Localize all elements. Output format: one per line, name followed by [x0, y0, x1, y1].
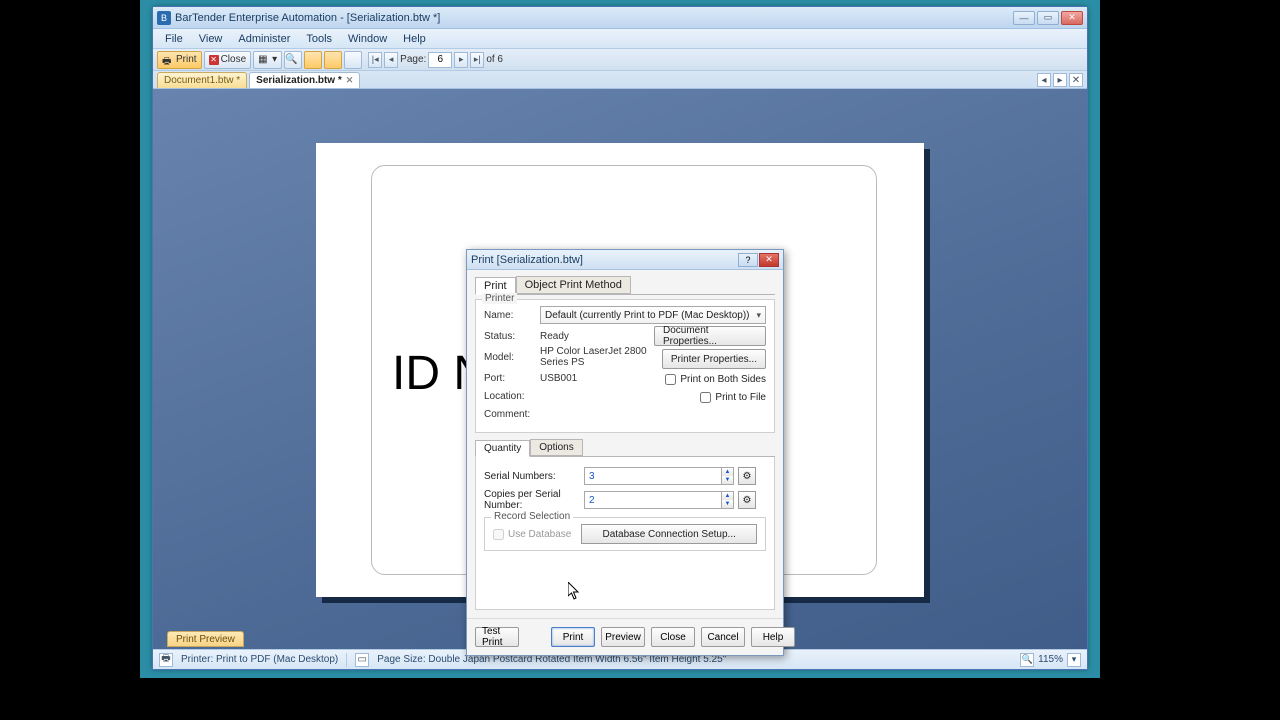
print-button[interactable]: Print [551, 627, 595, 647]
doctab-serialization[interactable]: Serialization.btw *✕ [249, 72, 360, 88]
dialog-titlebar: Print [Serialization.btw] ? ✕ [467, 250, 783, 270]
toolbar-item2-button[interactable] [324, 51, 342, 69]
status-printer: Printer: Print to PDF (Mac Desktop) [181, 654, 338, 665]
app-window: B BarTender Enterprise Automation - [Ser… [152, 6, 1088, 670]
record-selection-group: Record Selection Use Database Database C… [484, 517, 766, 551]
grid-icon: ▦ [258, 54, 270, 66]
use-database-checkbox[interactable]: Use Database [493, 529, 571, 540]
minimize-button[interactable]: — [1013, 11, 1035, 25]
copies-label: Copies per Serial Number: [484, 489, 584, 511]
document-properties-button[interactable]: Document Properties... [654, 326, 766, 346]
help-button[interactable]: Help [751, 627, 795, 647]
preview-button[interactable]: Preview [601, 627, 645, 647]
print-dialog: Print [Serialization.btw] ? ✕ Print Obje… [466, 249, 784, 656]
menubar: File View Administer Tools Window Help [153, 29, 1087, 49]
printer-legend: Printer [482, 293, 517, 304]
printer-name-select[interactable]: Default (currently Print to PDF (Mac Des… [540, 306, 766, 324]
tab-close-icon[interactable]: ✕ [346, 75, 354, 86]
print-preview-tab[interactable]: Print Preview [167, 631, 244, 647]
spin-up-icon[interactable]: ▲ [721, 468, 733, 476]
page-input[interactable] [428, 52, 452, 68]
toolbar-print-button[interactable]: 🖶Print [157, 51, 202, 69]
maximize-button[interactable]: ▭ [1037, 11, 1059, 25]
tab-options[interactable]: Options [530, 439, 582, 456]
menu-administer[interactable]: Administer [230, 31, 298, 47]
zoom-value: 115% [1038, 654, 1063, 665]
printer-icon: 🖶 [162, 54, 174, 66]
location-label: Location: [484, 391, 540, 402]
spin-up-icon[interactable]: ▲ [721, 492, 733, 500]
spin-down-icon[interactable]: ▼ [721, 476, 733, 484]
window-close-button[interactable]: ✕ [1061, 11, 1083, 25]
tab-quantity[interactable]: Quantity [475, 440, 530, 457]
tab-close-all[interactable]: ✕ [1069, 73, 1083, 87]
menu-tools[interactable]: Tools [298, 31, 340, 47]
zoom-icon[interactable]: 🔍 [1020, 653, 1034, 667]
print-to-file-checkbox[interactable]: Print to File [700, 392, 766, 403]
app-icon: B [157, 11, 171, 25]
printer-status-icon: 🖶 [159, 653, 173, 667]
serial-numbers-input[interactable]: 3▲▼ [584, 467, 734, 485]
port-value: USB001 [540, 373, 654, 384]
quantity-panel: Serial Numbers: 3▲▼ ⚙ Copies per Serial … [475, 457, 775, 610]
toolbar-view-button[interactable]: ▦▾ [253, 51, 282, 69]
document-tabstrip: Document1.btw * Serialization.btw *✕ ◂ ▸… [153, 71, 1087, 89]
test-print-button[interactable]: Test Print [475, 627, 519, 647]
zoom-dropdown[interactable]: ▾ [1067, 653, 1081, 667]
cancel-button[interactable]: Cancel [701, 627, 745, 647]
name-label: Name: [484, 310, 540, 321]
workspace: ID N Print [Serialization.btw] ? ✕ Prin [153, 89, 1087, 649]
menu-file[interactable]: File [157, 31, 191, 47]
page-first-button[interactable]: |◂ [368, 52, 382, 68]
toolbar-close-button[interactable]: ✕Close [204, 51, 252, 69]
page-navigator: |◂ ◂ Page: ▸ ▸| of 6 [368, 52, 503, 68]
dialog-help-button[interactable]: ? [738, 253, 758, 267]
serial-numbers-label: Serial Numbers: [484, 471, 584, 482]
record-selection-legend: Record Selection [491, 511, 573, 522]
print-both-sides-checkbox[interactable]: Print on Both Sides [665, 374, 766, 385]
model-label: Model: [484, 352, 540, 363]
toolbar-zoom-button[interactable]: 🔍 [284, 51, 302, 69]
serial-options-button[interactable]: ⚙ [738, 467, 756, 485]
menu-window[interactable]: Window [340, 31, 395, 47]
dialog-title: Print [Serialization.btw] [471, 254, 737, 266]
model-value: HP Color LaserJet 2800 Series PS [540, 346, 654, 368]
copies-options-button[interactable]: ⚙ [738, 491, 756, 509]
tab-scroll-right[interactable]: ▸ [1053, 73, 1067, 87]
window-title: BarTender Enterprise Automation - [Seria… [175, 12, 1013, 24]
page-next-button[interactable]: ▸ [454, 52, 468, 68]
toolbar-item1-button[interactable] [304, 51, 322, 69]
doctab-document1[interactable]: Document1.btw * [157, 72, 247, 88]
spin-down-icon[interactable]: ▼ [721, 500, 733, 508]
magnifier-icon: 🔍 [285, 54, 297, 65]
printer-properties-button[interactable]: Printer Properties... [662, 349, 766, 369]
status-value: Ready [540, 331, 654, 342]
printer-group: Printer Name: Default (currently Print t… [475, 299, 775, 433]
close-button[interactable]: Close [651, 627, 695, 647]
menu-view[interactable]: View [191, 31, 231, 47]
page-total: of 6 [486, 54, 503, 65]
comment-label: Comment: [484, 409, 540, 420]
toolbar-item3-button[interactable] [344, 51, 362, 69]
menu-help[interactable]: Help [395, 31, 434, 47]
titlebar: B BarTender Enterprise Automation - [Ser… [153, 7, 1087, 29]
toolbar: 🖶Print ✕Close ▦▾ 🔍 |◂ ◂ Page: ▸ ▸| of 6 [153, 49, 1087, 71]
dialog-close-button[interactable]: ✕ [759, 253, 779, 267]
page-status-icon: ▭ [355, 653, 369, 667]
tab-object-print-method[interactable]: Object Print Method [516, 276, 631, 294]
port-label: Port: [484, 373, 540, 384]
page-label: Page: [400, 54, 426, 65]
page-last-button[interactable]: ▸| [470, 52, 484, 68]
dialog-footer: Test Print Print Preview Close Cancel He… [467, 618, 783, 655]
status-label: Status: [484, 331, 540, 342]
copies-input[interactable]: 2▲▼ [584, 491, 734, 509]
page-prev-button[interactable]: ◂ [384, 52, 398, 68]
close-icon: ✕ [209, 55, 219, 65]
database-setup-button[interactable]: Database Connection Setup... [581, 524, 757, 544]
tab-scroll-left[interactable]: ◂ [1037, 73, 1051, 87]
